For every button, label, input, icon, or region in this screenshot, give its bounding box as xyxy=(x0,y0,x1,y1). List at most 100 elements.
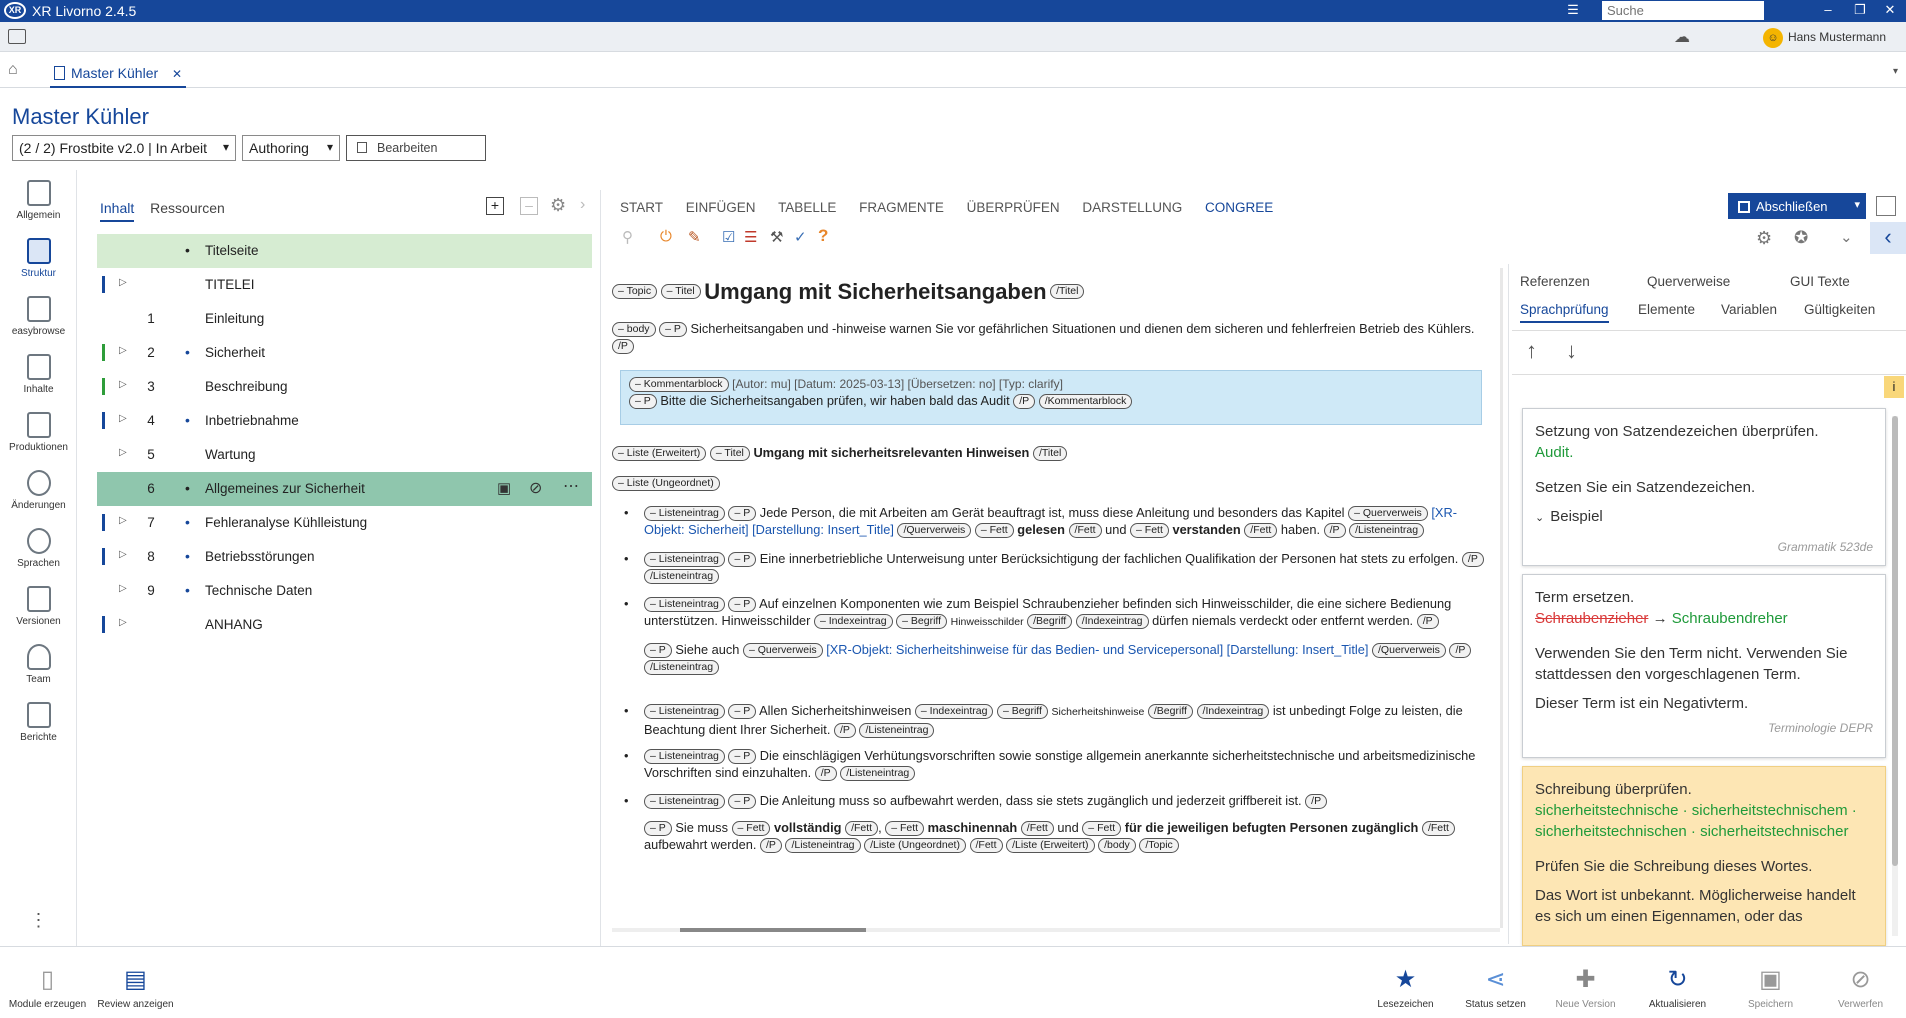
cloud-icon[interactable]: ☁ xyxy=(1674,27,1690,47)
cross-reference-link[interactable]: [XR-Objekt: Sicherheitshinweise für das … xyxy=(826,642,1368,657)
list-item-text[interactable]: Jede Person, die mit Arbeiten am Gerät b… xyxy=(760,505,1345,520)
tag-p[interactable]: P xyxy=(728,704,757,720)
tag-listeneintrag-end[interactable]: /Listeneintrag xyxy=(644,569,720,585)
expand-icon[interactable]: ▷ xyxy=(119,549,127,560)
refresh-button[interactable]: ↻ Aktualisieren xyxy=(1630,967,1725,1011)
sidebar-toggle-icon[interactable] xyxy=(8,29,26,44)
tag-p[interactable]: P xyxy=(728,749,757,765)
bookmark-button[interactable]: ★ Lesezeichen xyxy=(1358,967,1453,1011)
tree-item-selected[interactable]: 6 • Allgemeines zur Sicherheit ▣ ⊘ ⋯ xyxy=(97,472,592,506)
tab-sprachpruefung[interactable]: Sprachprüfung xyxy=(1520,302,1609,323)
topic-title[interactable]: Umgang mit Sicherheitsangaben xyxy=(704,279,1046,304)
tag-p[interactable]: P xyxy=(728,552,757,568)
tab-inhalt[interactable]: Inhalt xyxy=(100,200,135,222)
tag-p-end[interactable]: /P xyxy=(814,766,837,782)
intro-paragraph[interactable]: body P Sicherheitsangaben und -hinweise … xyxy=(612,320,1492,355)
tab-master-kuehler[interactable]: Master Kühler ✕ xyxy=(50,59,187,88)
list-item-text[interactable]: und xyxy=(1057,820,1078,835)
home-icon[interactable]: ⌂ xyxy=(8,61,18,79)
edit-button[interactable]: Bearbeiten xyxy=(346,135,486,161)
tag-querverweis[interactable]: Querverweis xyxy=(742,643,823,659)
nav-allgemein[interactable]: Allgemein xyxy=(0,180,77,221)
tag-titel[interactable]: Titel xyxy=(660,284,701,300)
list-item[interactable]: • Listeneintrag P Allen Sicherheitshinwe… xyxy=(612,702,1492,739)
tree-item[interactable]: ▷ 5 Wartung xyxy=(97,438,592,472)
tag-p[interactable]: P xyxy=(644,821,672,837)
arrow-down-icon[interactable]: ↓ xyxy=(1566,338,1577,364)
list-item-text[interactable]: aufbewahrt werden. xyxy=(644,837,756,852)
comment-text[interactable]: Bitte die Sicherheitsangaben prüfen, wir… xyxy=(660,393,1009,408)
power-icon[interactable]: ⏻ xyxy=(660,228,672,245)
list-item[interactable]: • Listeneintrag P Auf einzelnen Komponen… xyxy=(612,595,1492,676)
chevron-right-icon[interactable]: › xyxy=(580,196,585,214)
tag-topic[interactable]: Topic xyxy=(612,284,658,300)
user-menu[interactable]: ☺ Hans Mustermann xyxy=(1762,28,1886,48)
nav-struktur[interactable]: Struktur xyxy=(0,238,77,279)
tag-fett-end[interactable]: /Fett xyxy=(1421,821,1455,837)
tag-listeneintrag-end[interactable]: /Listeneintrag xyxy=(785,838,861,854)
tag-p-end[interactable]: /P xyxy=(1461,552,1484,568)
intro-text[interactable]: Sicherheitsangaben und -hinweise warnen … xyxy=(690,321,1474,336)
tag-listeneintrag-end[interactable]: /Listeneintrag xyxy=(1349,523,1425,539)
list-item-text[interactable]: Siehe auch xyxy=(675,642,739,657)
bold-text[interactable]: für die jeweiligen befugten Personen zug… xyxy=(1125,820,1419,835)
tree-item[interactable]: ▷ 2 • Sicherheit xyxy=(97,336,592,370)
tag-begriff[interactable]: Begriff xyxy=(896,614,948,630)
discard-button[interactable]: ⊘ Verwerfen xyxy=(1813,967,1906,1011)
nav-easybrowse[interactable]: easybrowse xyxy=(0,296,77,337)
scrollbar-thumb[interactable] xyxy=(680,928,866,932)
expand-icon[interactable]: ▷ xyxy=(119,583,127,594)
tag-kommentarblock[interactable]: Kommentarblock xyxy=(629,377,729,393)
tag-begriff-end[interactable]: /Begriff xyxy=(1147,704,1193,720)
tag-indexeintrag[interactable]: Indexeintrag xyxy=(814,614,893,630)
expand-icon[interactable]: ▷ xyxy=(119,379,127,390)
restore-icon[interactable]: ❐ xyxy=(1846,2,1874,18)
tree-item[interactable]: 1 Einleitung xyxy=(97,302,592,336)
comment-block[interactable]: Kommentarblock [Autor: mu] [Datum: 2025-… xyxy=(620,370,1482,425)
tab-elemente[interactable]: Elemente xyxy=(1638,302,1695,317)
tag-titel-end[interactable]: /Titel xyxy=(1032,446,1068,462)
nav-berichte[interactable]: Berichte xyxy=(0,702,77,743)
tab-variablen[interactable]: Variablen xyxy=(1721,302,1777,317)
xml-editor[interactable]: Topic Titel Umgang mit Sicherheitsangabe… xyxy=(612,270,1497,930)
stamp-icon[interactable]: ✎ xyxy=(688,228,701,246)
tag-listeneintrag-end[interactable]: /Listeneintrag xyxy=(840,766,916,782)
tag-topic-end[interactable]: /Topic xyxy=(1139,838,1179,854)
tag-p[interactable]: P xyxy=(728,597,757,613)
nav-inhalte[interactable]: Inhalte xyxy=(0,354,77,395)
chevron-down-icon[interactable]: ▾ xyxy=(1893,66,1898,77)
tree-item[interactable]: ▷ 3 Beschreibung xyxy=(97,370,592,404)
tab-referenzen[interactable]: Referenzen xyxy=(1520,274,1590,289)
bold-text[interactable]: maschinennah xyxy=(928,820,1018,835)
tag-listeneintrag[interactable]: Listeneintrag xyxy=(644,597,725,613)
tag-fett-end[interactable]: /Fett xyxy=(1068,523,1102,539)
suggestion-list[interactable]: sicherheitstechnische · sicherheitstechn… xyxy=(1535,800,1873,842)
index-term[interactable]: Sicherheitshinweise xyxy=(1052,706,1145,718)
issue-card-punctuation[interactable]: Setzung von Satzendezeichen überprüfen. … xyxy=(1522,408,1886,566)
tag-p-end[interactable]: /P xyxy=(1305,794,1328,810)
tree-item[interactable]: ▷ TITELEI xyxy=(97,268,592,302)
tag-body-end[interactable]: /body xyxy=(1098,838,1136,854)
list-item-text[interactable]: Die einschlägigen Verhütungsvorschriften… xyxy=(644,748,1475,780)
nav-team[interactable]: Team xyxy=(0,644,77,685)
search-input[interactable] xyxy=(1602,1,1764,20)
set-status-button[interactable]: ⋖ Status setzen xyxy=(1448,967,1543,1011)
tab-ueberpruefen[interactable]: ÜBERPRÜFEN xyxy=(967,200,1060,215)
tag-kommentarblock-end[interactable]: /Kommentarblock xyxy=(1038,394,1133,410)
tag-p-end[interactable]: /P xyxy=(1416,614,1439,630)
issue-card-term[interactable]: Term ersetzen. Schraubenzieher → Schraub… xyxy=(1522,574,1886,758)
nav-sprachen[interactable]: Sprachen xyxy=(0,528,77,569)
tree-item[interactable]: ▷ 7 • Fehleranalyse Kühlleistung xyxy=(97,506,592,540)
help-icon[interactable]: ? xyxy=(818,226,828,246)
tree-item[interactable]: ▷ 9 • Technische Daten xyxy=(97,574,592,608)
list-item[interactable]: • Listeneintrag P Die einschlägigen Verh… xyxy=(612,747,1492,782)
list-item-text[interactable]: Die Anleitung muss so aufbewahrt werden,… xyxy=(760,793,1302,808)
tag-fett[interactable]: Fett xyxy=(731,821,771,837)
tab-gueltigkeiten[interactable]: Gültigkeiten xyxy=(1804,302,1875,317)
expand-icon[interactable]: ▷ xyxy=(119,617,127,628)
settings-icon[interactable]: ⚙ xyxy=(550,195,566,216)
tag-p-end[interactable]: /P xyxy=(833,723,856,739)
expand-icon[interactable]: ▷ xyxy=(119,515,127,526)
arrow-up-icon[interactable]: ↑ xyxy=(1526,338,1537,364)
link-icon[interactable]: ⚲ xyxy=(622,228,633,246)
